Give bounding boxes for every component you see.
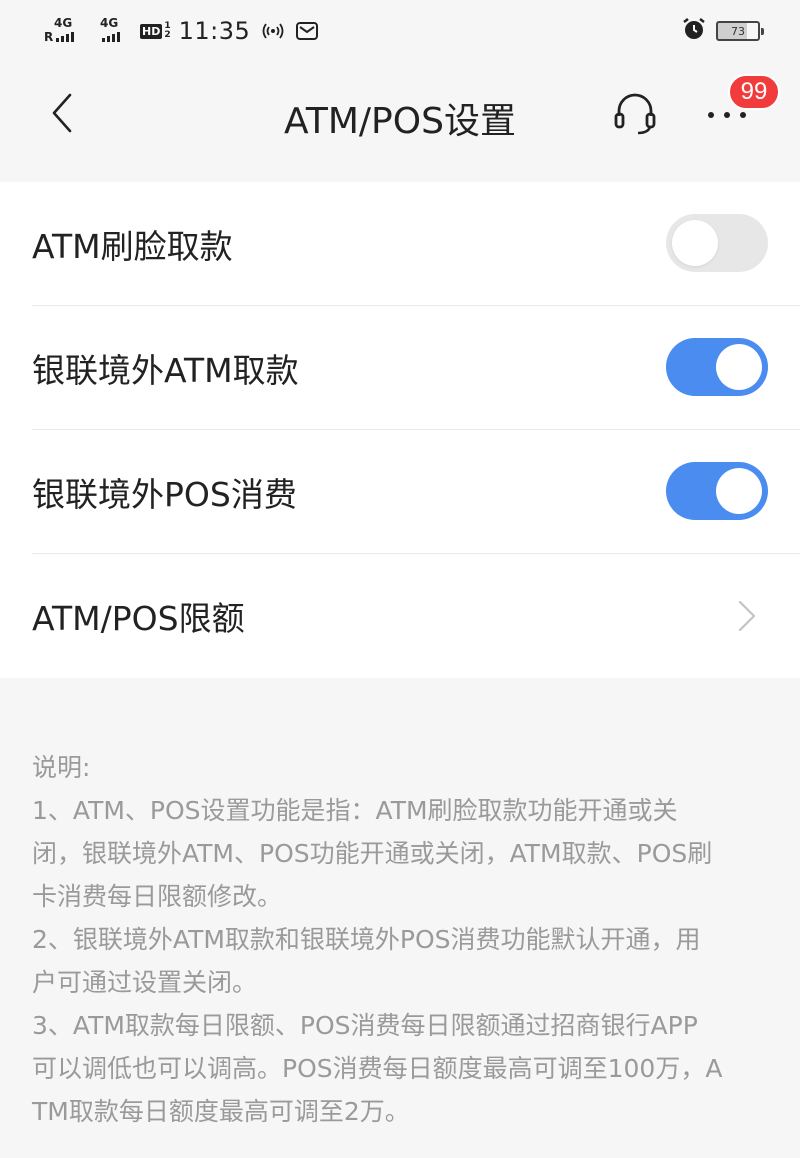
note-line: 卡消费每日限额修改。 <box>32 882 283 911</box>
more-dots-icon <box>708 112 746 118</box>
hd-label: HD <box>140 23 163 39</box>
hd-voice-icon: HD 1 2 <box>140 22 171 40</box>
toggle-knob <box>716 344 762 390</box>
atm-face-withdrawal-toggle[interactable] <box>666 214 768 272</box>
battery-icon: 73 <box>716 21 764 41</box>
sim1-network-label: 4G <box>54 16 73 30</box>
toggle-knob <box>716 468 762 514</box>
note-line: 3、ATM取款每日限额、POS消费每日限额通过招商银行APP <box>32 1011 698 1040</box>
setting-label: 银联境外POS消费 <box>32 474 297 514</box>
setting-label: 银联境外ATM取款 <box>32 350 299 390</box>
hotspot-icon <box>262 23 284 39</box>
overseas-atm-toggle[interactable] <box>666 338 768 396</box>
setting-label: ATM刷脸取款 <box>32 226 233 266</box>
headset-icon <box>614 93 656 135</box>
sim1-roaming-label: R <box>44 30 54 44</box>
sim2-signal-icon: 4G <box>88 16 134 46</box>
note-line: 2、银联境外ATM取款和银联境外POS消费功能默认开通，用 <box>32 925 701 954</box>
sim1-signal-icon: 4G R <box>42 16 88 46</box>
mail-icon <box>296 22 319 40</box>
toggle-knob <box>672 220 718 266</box>
status-time: 11:35 <box>178 17 251 45</box>
setting-row-atm-pos-limit[interactable]: ATM/POS限额 <box>32 554 800 678</box>
note-heading: 说明: <box>32 753 91 782</box>
sim2-network-label: 4G <box>100 16 119 30</box>
hd-sim-bottom: 2 <box>164 30 171 40</box>
notification-badge: 99 <box>728 74 780 110</box>
setting-row-overseas-atm[interactable]: 银联境外ATM取款 <box>32 306 800 430</box>
note-line: 可以调低也可以调高。POS消费每日额度最高可调至100万，A <box>32 1054 723 1083</box>
chevron-right-icon <box>738 600 756 632</box>
customer-service-button[interactable] <box>612 90 658 136</box>
note-line: 1、ATM、POS设置功能是指：ATM刷脸取款功能开通或关 <box>32 796 678 825</box>
setting-row-atm-face-withdrawal[interactable]: ATM刷脸取款 <box>32 182 800 306</box>
setting-row-overseas-pos[interactable]: 银联境外POS消费 <box>32 430 800 554</box>
instructions-note: 说明: 1、ATM、POS设置功能是指：ATM刷脸取款功能开通或关 闭，银联境外… <box>32 746 772 1133</box>
alarm-icon <box>682 17 706 45</box>
note-line: TM取款每日额度最高可调至2万。 <box>32 1097 410 1126</box>
note-line: 户可通过设置关闭。 <box>32 968 258 997</box>
settings-list: ATM刷脸取款 银联境外ATM取款 银联境外POS消费 ATM/POS限额 <box>0 182 800 678</box>
page-title: ATM/POS设置 <box>284 101 516 142</box>
setting-label: ATM/POS限额 <box>32 599 245 638</box>
overseas-pos-toggle[interactable] <box>666 462 768 520</box>
note-line: 闭，银联境外ATM、POS功能开通或关闭，ATM取款、POS刷 <box>32 839 713 868</box>
status-bar: 4G R 4G HD 1 2 11:35 73 <box>0 0 800 64</box>
battery-level: 73 <box>731 24 745 38</box>
nav-bar: ATM/POS设置 <box>0 64 800 164</box>
